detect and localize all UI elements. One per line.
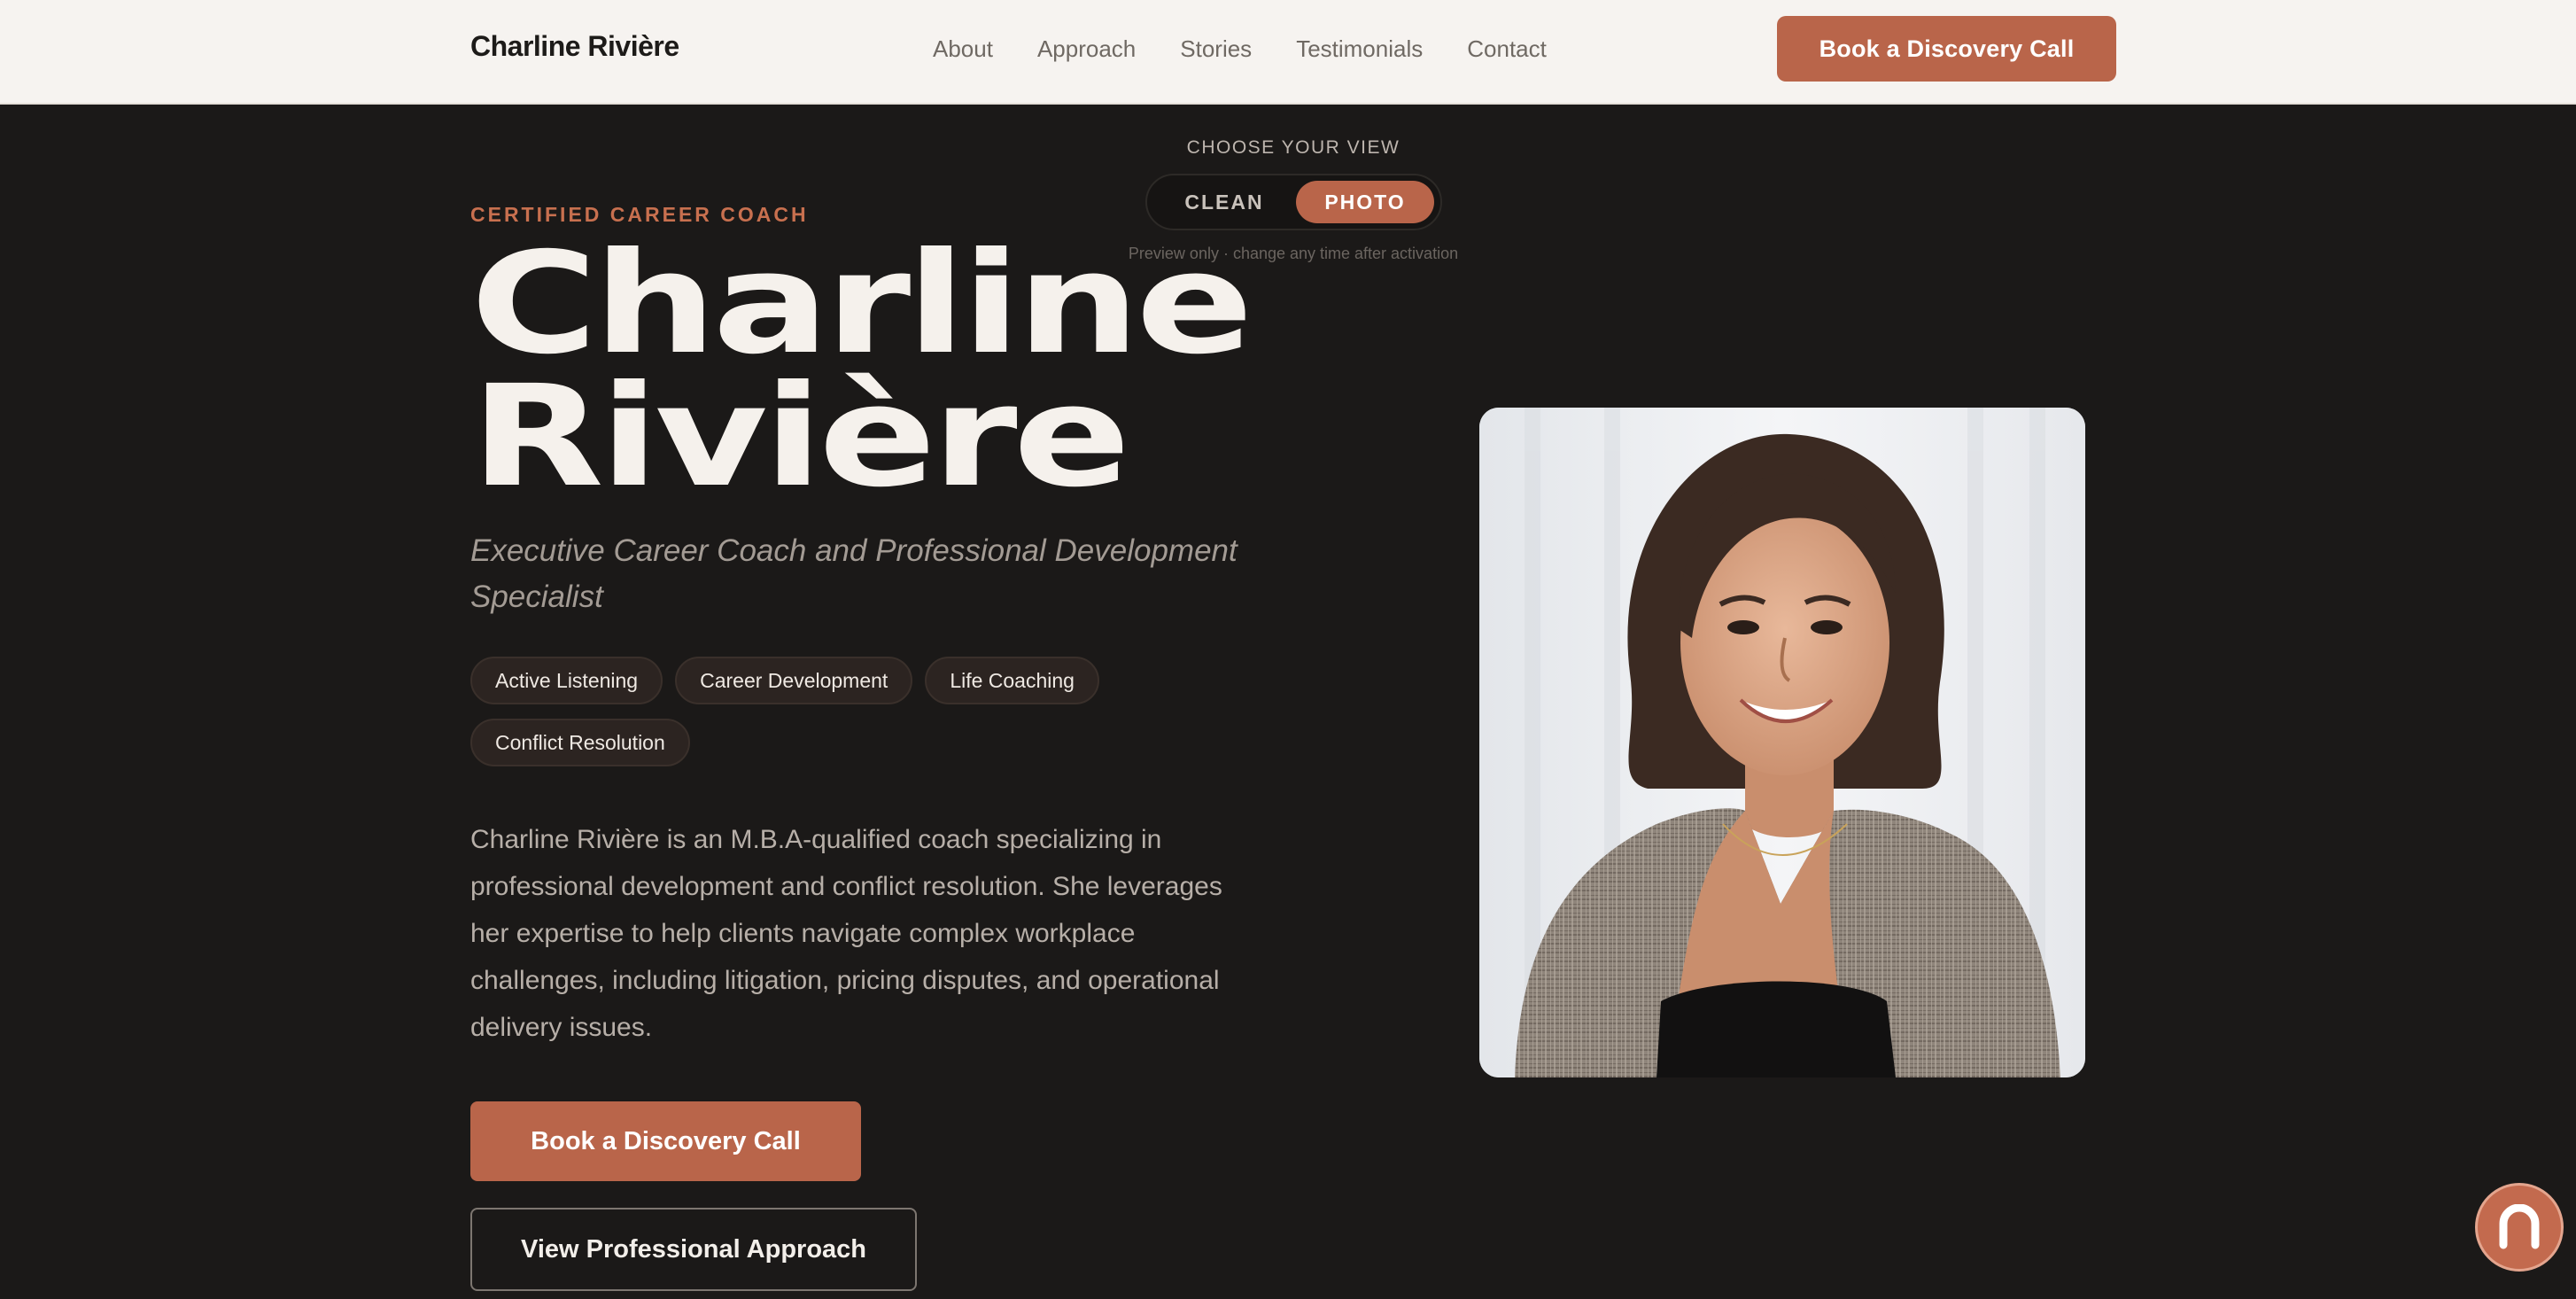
nav-links: About Approach Stories Testimonials Cont… xyxy=(933,35,1547,63)
chat-widget-button[interactable] xyxy=(2475,1183,2564,1272)
nav-link-testimonials[interactable]: Testimonials xyxy=(1296,35,1423,63)
nav-link-contact[interactable]: Contact xyxy=(1467,35,1547,63)
nav-book-call-button[interactable]: Book a Discovery Call xyxy=(1777,16,2116,82)
skill-tag: Life Coaching xyxy=(925,657,1099,704)
portrait-illustration xyxy=(1479,408,2085,1077)
portrait-photo xyxy=(1479,408,2085,1077)
brand-logo[interactable]: Charline Rivière xyxy=(470,30,679,63)
top-navigation: Charline Rivière About Approach Stories … xyxy=(0,0,2576,105)
chat-widget-icon xyxy=(2499,1204,2540,1249)
view-toggle-label: CHOOSE YOUR VIEW xyxy=(1186,137,1401,158)
hero-bio: Charline Rivière is an M.B.A-qualified c… xyxy=(470,825,1222,1042)
nav-link-about[interactable]: About xyxy=(933,35,993,63)
nav-link-approach[interactable]: Approach xyxy=(1037,35,1136,63)
skill-tag: Conflict Resolution xyxy=(470,719,690,766)
skill-tags: Active Listening Career Development Life… xyxy=(470,657,1161,766)
hero-subtitle: Executive Career Coach and Professional … xyxy=(470,533,1238,614)
hero-name-first: Charline xyxy=(470,222,1253,385)
skill-tag: Career Development xyxy=(675,657,913,704)
nav-link-stories[interactable]: Stories xyxy=(1180,35,1252,63)
view-option-photo[interactable]: PHOTO xyxy=(1296,181,1434,223)
skill-tag: Active Listening xyxy=(470,657,663,704)
view-option-clean[interactable]: CLEAN xyxy=(1152,181,1296,223)
view-approach-button[interactable]: View Professional Approach xyxy=(470,1208,917,1291)
book-call-button[interactable]: Book a Discovery Call xyxy=(470,1101,861,1181)
